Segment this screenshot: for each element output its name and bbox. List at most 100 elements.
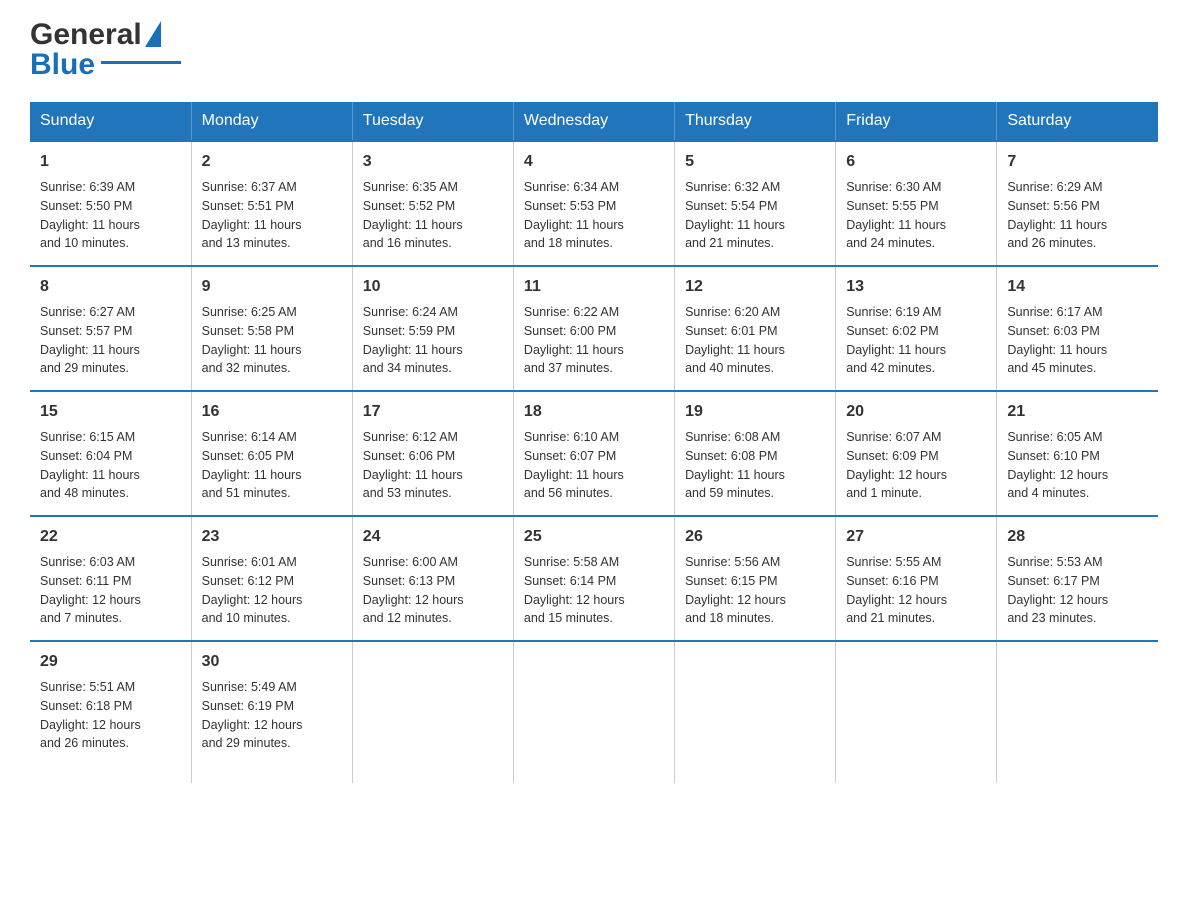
weekday-header: Monday xyxy=(191,102,352,141)
day-info: Sunrise: 5:55 AM Sunset: 6:16 PM Dayligh… xyxy=(846,553,986,628)
day-number: 9 xyxy=(202,275,342,299)
calendar-cell: 5Sunrise: 6:32 AM Sunset: 5:54 PM Daylig… xyxy=(675,141,836,266)
calendar-cell: 15 Sunrise: 6:15 AM Sunset: 6:04 PM Dayli… xyxy=(30,391,191,516)
day-info: Sunrise: 6:03 AM Sunset: 6:11 PM Dayligh… xyxy=(40,553,181,628)
logo-blue-text: Blue xyxy=(30,48,95,82)
calendar-cell: 30 Sunrise: 5:49 AM Sunset: 6:19 PM Dayli… xyxy=(191,641,352,783)
day-info: Sunrise: 5:56 AM Sunset: 6:15 PM Dayligh… xyxy=(685,553,825,628)
calendar-cell: 2Sunrise: 6:37 AM Sunset: 5:51 PM Daylig… xyxy=(191,141,352,266)
day-info: Sunrise: 6:25 AM Sunset: 5:58 PM Dayligh… xyxy=(202,303,342,378)
calendar-cell: 16 Sunrise: 6:14 AM Sunset: 6:05 PM Dayli… xyxy=(191,391,352,516)
day-number: 10 xyxy=(363,275,503,299)
day-info: Sunrise: 6:12 AM Sunset: 6:06 PM Dayligh… xyxy=(363,428,503,503)
calendar-cell: 10 Sunrise: 6:24 AM Sunset: 5:59 PM Dayli… xyxy=(352,266,513,391)
day-info: Sunrise: 6:15 AM Sunset: 6:04 PM Dayligh… xyxy=(40,428,181,503)
day-info: Sunrise: 5:58 AM Sunset: 6:14 PM Dayligh… xyxy=(524,553,664,628)
calendar-cell: 4 Sunrise: 6:34 AM Sunset: 5:53 PM Daylig… xyxy=(513,141,674,266)
calendar-cell: 12 Sunrise: 6:20 AM Sunset: 6:01 PM Dayli… xyxy=(675,266,836,391)
calendar-cell: 29 Sunrise: 5:51 AM Sunset: 6:18 PM Dayli… xyxy=(30,641,191,783)
day-info: Sunrise: 5:53 AM Sunset: 6:17 PM Dayligh… xyxy=(1007,553,1148,628)
calendar-cell: 3 Sunrise: 6:35 AM Sunset: 5:52 PM Daylig… xyxy=(352,141,513,266)
day-info: Sunrise: 6:29 AM Sunset: 5:56 PM Dayligh… xyxy=(1007,178,1148,253)
day-info: Sunrise: 6:19 AM Sunset: 6:02 PM Dayligh… xyxy=(846,303,986,378)
calendar-cell: 23Sunrise: 6:01 AM Sunset: 6:12 PM Dayli… xyxy=(191,516,352,641)
logo: General Blue xyxy=(30,20,181,82)
day-info: Sunrise: 6:34 AM Sunset: 5:53 PM Dayligh… xyxy=(524,178,664,253)
day-info: Sunrise: 5:49 AM Sunset: 6:19 PM Dayligh… xyxy=(202,678,342,753)
calendar-cell: 19 Sunrise: 6:08 AM Sunset: 6:08 PM Dayli… xyxy=(675,391,836,516)
calendar-cell: 8Sunrise: 6:27 AM Sunset: 5:57 PM Daylig… xyxy=(30,266,191,391)
day-info: Sunrise: 6:39 AM Sunset: 5:50 PM Dayligh… xyxy=(40,178,181,253)
day-info: Sunrise: 6:20 AM Sunset: 6:01 PM Dayligh… xyxy=(685,303,825,378)
calendar-cell xyxy=(513,641,674,783)
day-number: 29 xyxy=(40,650,181,674)
day-number: 17 xyxy=(363,400,503,424)
page-header: General Blue xyxy=(30,20,1158,82)
weekday-header: Tuesday xyxy=(352,102,513,141)
day-info: Sunrise: 6:07 AM Sunset: 6:09 PM Dayligh… xyxy=(846,428,986,503)
calendar-cell: 13 Sunrise: 6:19 AM Sunset: 6:02 PM Dayli… xyxy=(836,266,997,391)
day-info: Sunrise: 6:24 AM Sunset: 5:59 PM Dayligh… xyxy=(363,303,503,378)
weekday-header: Thursday xyxy=(675,102,836,141)
calendar-cell: 11 Sunrise: 6:22 AM Sunset: 6:00 PM Dayli… xyxy=(513,266,674,391)
calendar-cell: 17 Sunrise: 6:12 AM Sunset: 6:06 PM Dayli… xyxy=(352,391,513,516)
weekday-header: Wednesday xyxy=(513,102,674,141)
calendar-week-row: 29 Sunrise: 5:51 AM Sunset: 6:18 PM Dayli… xyxy=(30,641,1158,783)
calendar-cell: 14Sunrise: 6:17 AM Sunset: 6:03 PM Dayli… xyxy=(997,266,1158,391)
day-info: Sunrise: 6:17 AM Sunset: 6:03 PM Dayligh… xyxy=(1007,303,1148,378)
day-number: 30 xyxy=(202,650,342,674)
calendar-cell xyxy=(675,641,836,783)
day-number: 16 xyxy=(202,400,342,424)
day-number: 13 xyxy=(846,275,986,299)
day-info: Sunrise: 6:01 AM Sunset: 6:12 PM Dayligh… xyxy=(202,553,342,628)
day-number: 6 xyxy=(846,150,986,174)
day-number: 25 xyxy=(524,525,664,549)
day-info: Sunrise: 5:51 AM Sunset: 6:18 PM Dayligh… xyxy=(40,678,181,753)
calendar-cell: 22Sunrise: 6:03 AM Sunset: 6:11 PM Dayli… xyxy=(30,516,191,641)
logo-triangle-icon xyxy=(145,21,161,47)
day-info: Sunrise: 6:35 AM Sunset: 5:52 PM Dayligh… xyxy=(363,178,503,253)
day-info: Sunrise: 6:14 AM Sunset: 6:05 PM Dayligh… xyxy=(202,428,342,503)
day-number: 12 xyxy=(685,275,825,299)
calendar-cell: 18 Sunrise: 6:10 AM Sunset: 6:07 PM Dayli… xyxy=(513,391,674,516)
calendar-week-row: 15 Sunrise: 6:15 AM Sunset: 6:04 PM Dayli… xyxy=(30,391,1158,516)
day-number: 11 xyxy=(524,275,664,299)
day-info: Sunrise: 6:32 AM Sunset: 5:54 PM Dayligh… xyxy=(685,178,825,253)
day-number: 4 xyxy=(524,150,664,174)
calendar-cell: 21Sunrise: 6:05 AM Sunset: 6:10 PM Dayli… xyxy=(997,391,1158,516)
day-info: Sunrise: 6:00 AM Sunset: 6:13 PM Dayligh… xyxy=(363,553,503,628)
weekday-header-row: SundayMondayTuesdayWednesdayThursdayFrid… xyxy=(30,102,1158,141)
calendar-cell: 24 Sunrise: 6:00 AM Sunset: 6:13 PM Dayli… xyxy=(352,516,513,641)
day-number: 7 xyxy=(1007,150,1148,174)
day-number: 18 xyxy=(524,400,664,424)
calendar-table: SundayMondayTuesdayWednesdayThursdayFrid… xyxy=(30,102,1158,783)
day-info: Sunrise: 6:08 AM Sunset: 6:08 PM Dayligh… xyxy=(685,428,825,503)
day-info: Sunrise: 6:05 AM Sunset: 6:10 PM Dayligh… xyxy=(1007,428,1148,503)
day-info: Sunrise: 6:22 AM Sunset: 6:00 PM Dayligh… xyxy=(524,303,664,378)
calendar-week-row: 8Sunrise: 6:27 AM Sunset: 5:57 PM Daylig… xyxy=(30,266,1158,391)
day-number: 3 xyxy=(363,150,503,174)
day-number: 24 xyxy=(363,525,503,549)
calendar-week-row: 22Sunrise: 6:03 AM Sunset: 6:11 PM Dayli… xyxy=(30,516,1158,641)
calendar-cell xyxy=(836,641,997,783)
day-info: Sunrise: 6:10 AM Sunset: 6:07 PM Dayligh… xyxy=(524,428,664,503)
day-number: 8 xyxy=(40,275,181,299)
day-number: 27 xyxy=(846,525,986,549)
weekday-header: Sunday xyxy=(30,102,191,141)
day-number: 2 xyxy=(202,150,342,174)
calendar-cell: 7 Sunrise: 6:29 AM Sunset: 5:56 PM Daylig… xyxy=(997,141,1158,266)
calendar-cell: 25 Sunrise: 5:58 AM Sunset: 6:14 PM Dayli… xyxy=(513,516,674,641)
calendar-cell: 9 Sunrise: 6:25 AM Sunset: 5:58 PM Daylig… xyxy=(191,266,352,391)
day-number: 20 xyxy=(846,400,986,424)
calendar-cell: 27 Sunrise: 5:55 AM Sunset: 6:16 PM Dayli… xyxy=(836,516,997,641)
calendar-cell: 28 Sunrise: 5:53 AM Sunset: 6:17 PM Dayli… xyxy=(997,516,1158,641)
calendar-cell xyxy=(352,641,513,783)
weekday-header: Friday xyxy=(836,102,997,141)
calendar-cell xyxy=(997,641,1158,783)
day-number: 26 xyxy=(685,525,825,549)
day-number: 1 xyxy=(40,150,181,174)
day-number: 28 xyxy=(1007,525,1148,549)
day-number: 15 xyxy=(40,400,181,424)
day-number: 19 xyxy=(685,400,825,424)
weekday-header: Saturday xyxy=(997,102,1158,141)
